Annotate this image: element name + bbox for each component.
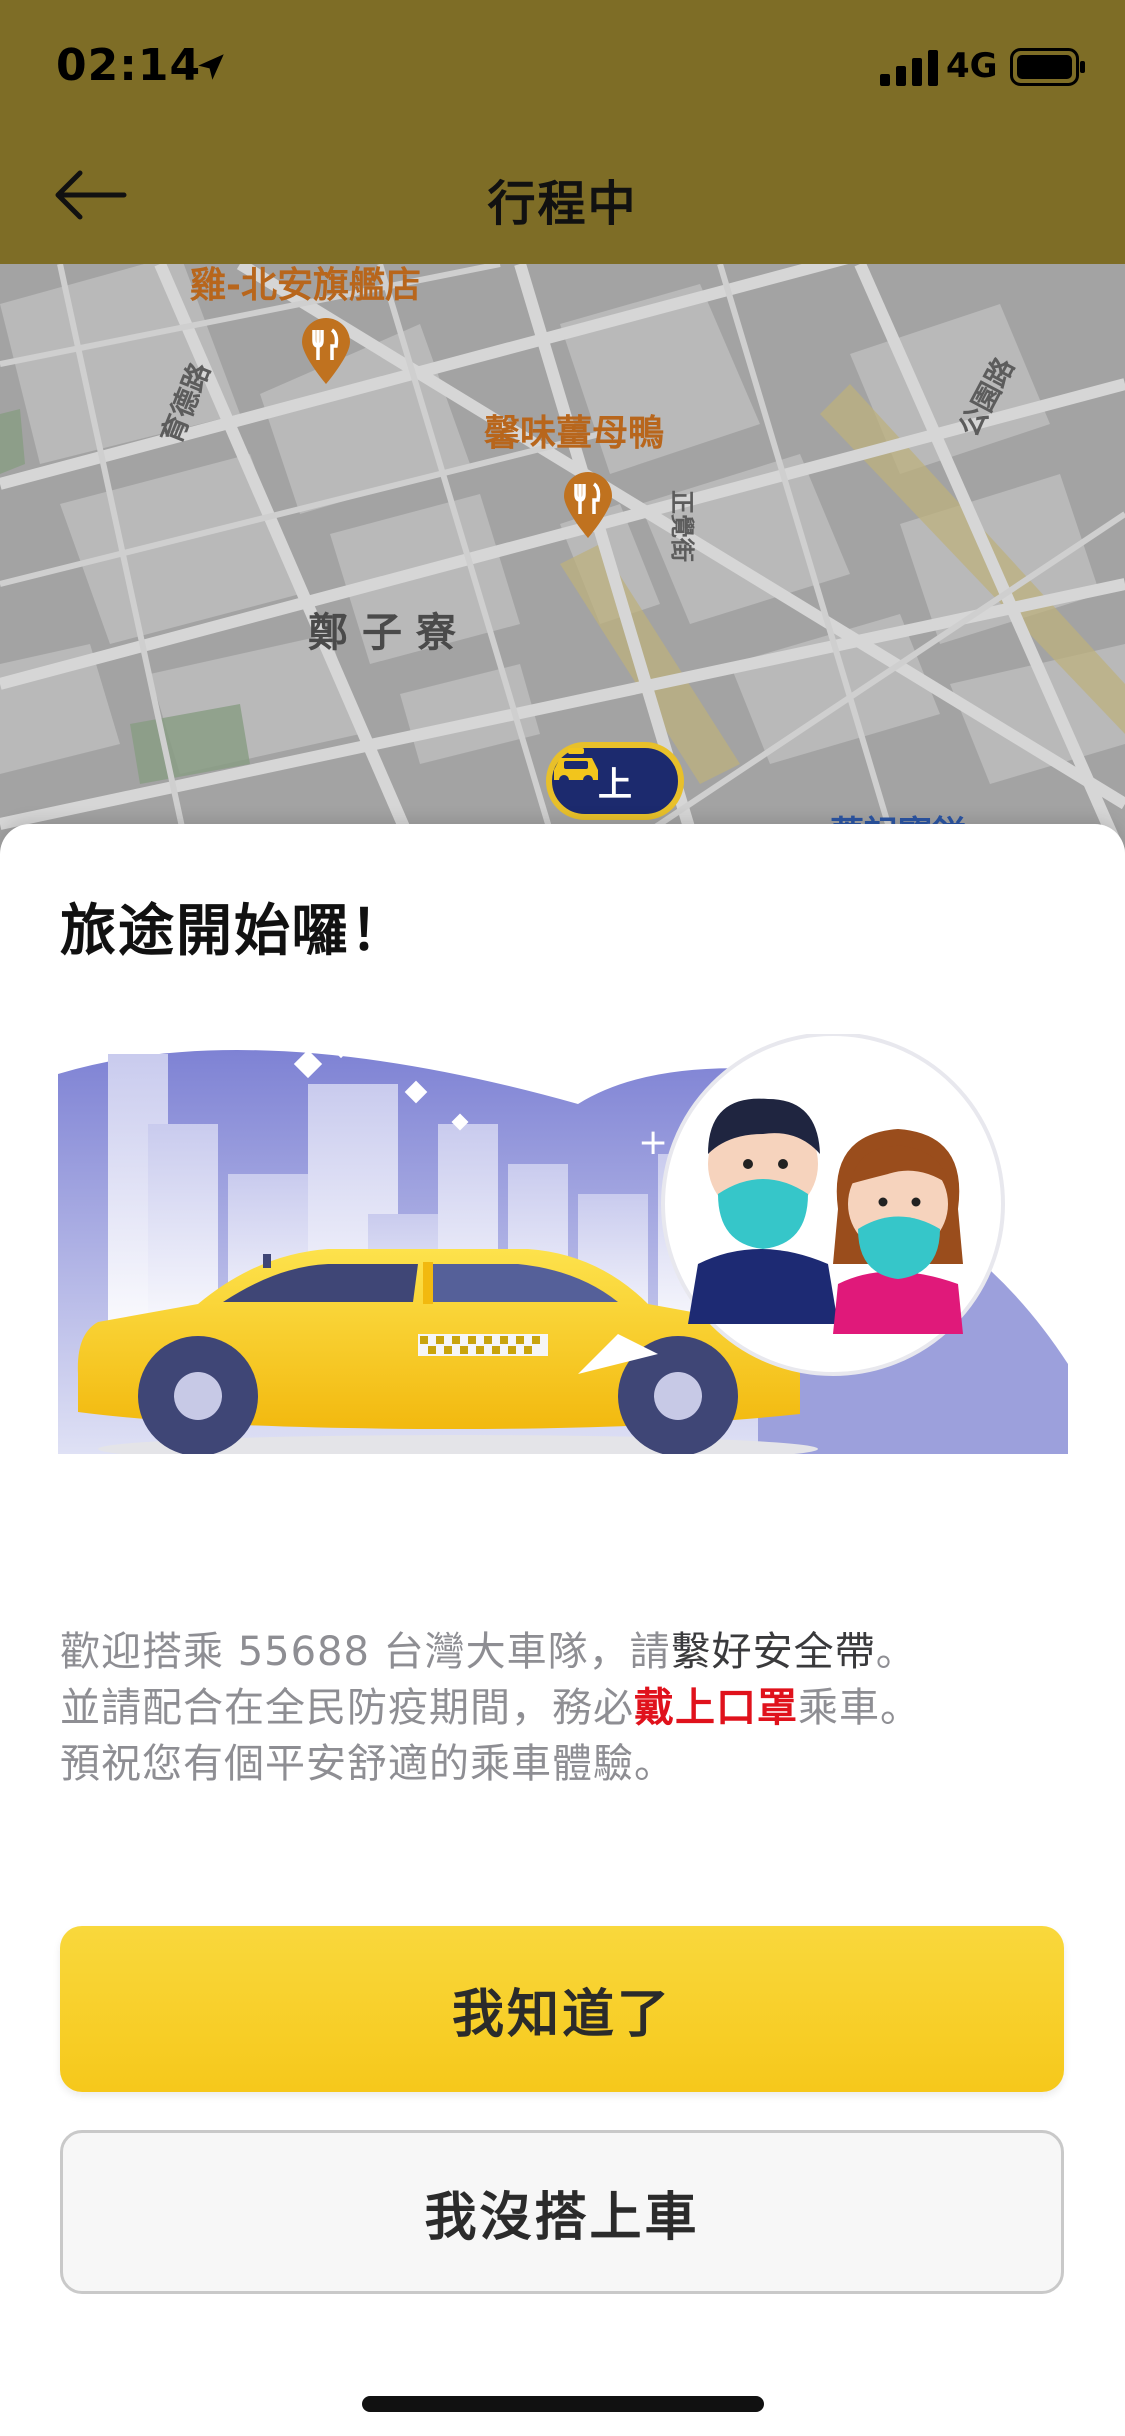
network-type: 4G <box>946 46 998 86</box>
svg-text:+: + <box>638 1122 668 1163</box>
status-time: 02:14 <box>56 40 202 91</box>
page-title: 行程中 <box>487 176 638 232</box>
map-poi-label: 雞-北安旗艦店 <box>190 265 421 306</box>
mask-highlight: 戴上口罩 <box>634 1685 798 1731</box>
trip-start-sheet: 旅途開始囉！ + 歡迎搭乘 55688 台灣大車隊，請繫好安全帶。 並請配合在全… <box>0 824 1125 2436</box>
message-line2-text: 並請配合在全民防疫期間，務必 <box>60 1685 634 1731</box>
battery-icon <box>1010 48 1085 86</box>
message-line1-text: 歡迎搭乘 55688 台灣大車隊，請 <box>60 1629 671 1675</box>
restaurant-pin-icon[interactable] <box>560 470 616 540</box>
trip-message: 歡迎搭乘 55688 台灣大車隊，請繫好安全帶。 並請配合在全民防疫期間，務必戴… <box>60 1624 1070 1792</box>
home-indicator[interactable] <box>362 2396 764 2412</box>
status-bar: 02:14 4G <box>0 0 1125 132</box>
message-line3-text: 預祝您有個平安舒適的乘車體驗。 <box>60 1741 675 1787</box>
restaurant-pin-icon[interactable] <box>298 316 354 386</box>
taxi-icon <box>554 748 598 784</box>
message-line2-end: 乘車。 <box>798 1685 921 1731</box>
taxi-mask-illustration: + <box>58 1034 1068 1454</box>
acknowledge-button[interactable]: 我知道了 <box>60 1926 1064 2092</box>
map-district-label: 鄭子寮 <box>308 610 470 656</box>
map-street-label: 正覺街 <box>668 490 696 562</box>
trip-map[interactable]: 雞-北安旗艦店 馨味薑母鴨 鄭子寮 育德路 正覺街 公園路 菁記寶鎰 上 <box>0 264 1125 864</box>
pickup-marker[interactable]: 上 <box>546 742 684 820</box>
top-bar: 02:14 4G 行程中 <box>0 0 1125 264</box>
message-line1-end: 。 <box>875 1629 917 1675</box>
sheet-title: 旅途開始囉！ <box>60 899 408 964</box>
seatbelt-emphasis: 繫好安全帶 <box>670 1629 876 1675</box>
location-arrow-icon <box>198 54 224 80</box>
map-poi-label: 馨味薑母鴨 <box>484 413 665 454</box>
not-boarded-button[interactable]: 我沒搭上車 <box>60 2130 1064 2294</box>
signal-icon <box>880 50 938 86</box>
pickup-marker-label: 上 <box>598 764 632 805</box>
